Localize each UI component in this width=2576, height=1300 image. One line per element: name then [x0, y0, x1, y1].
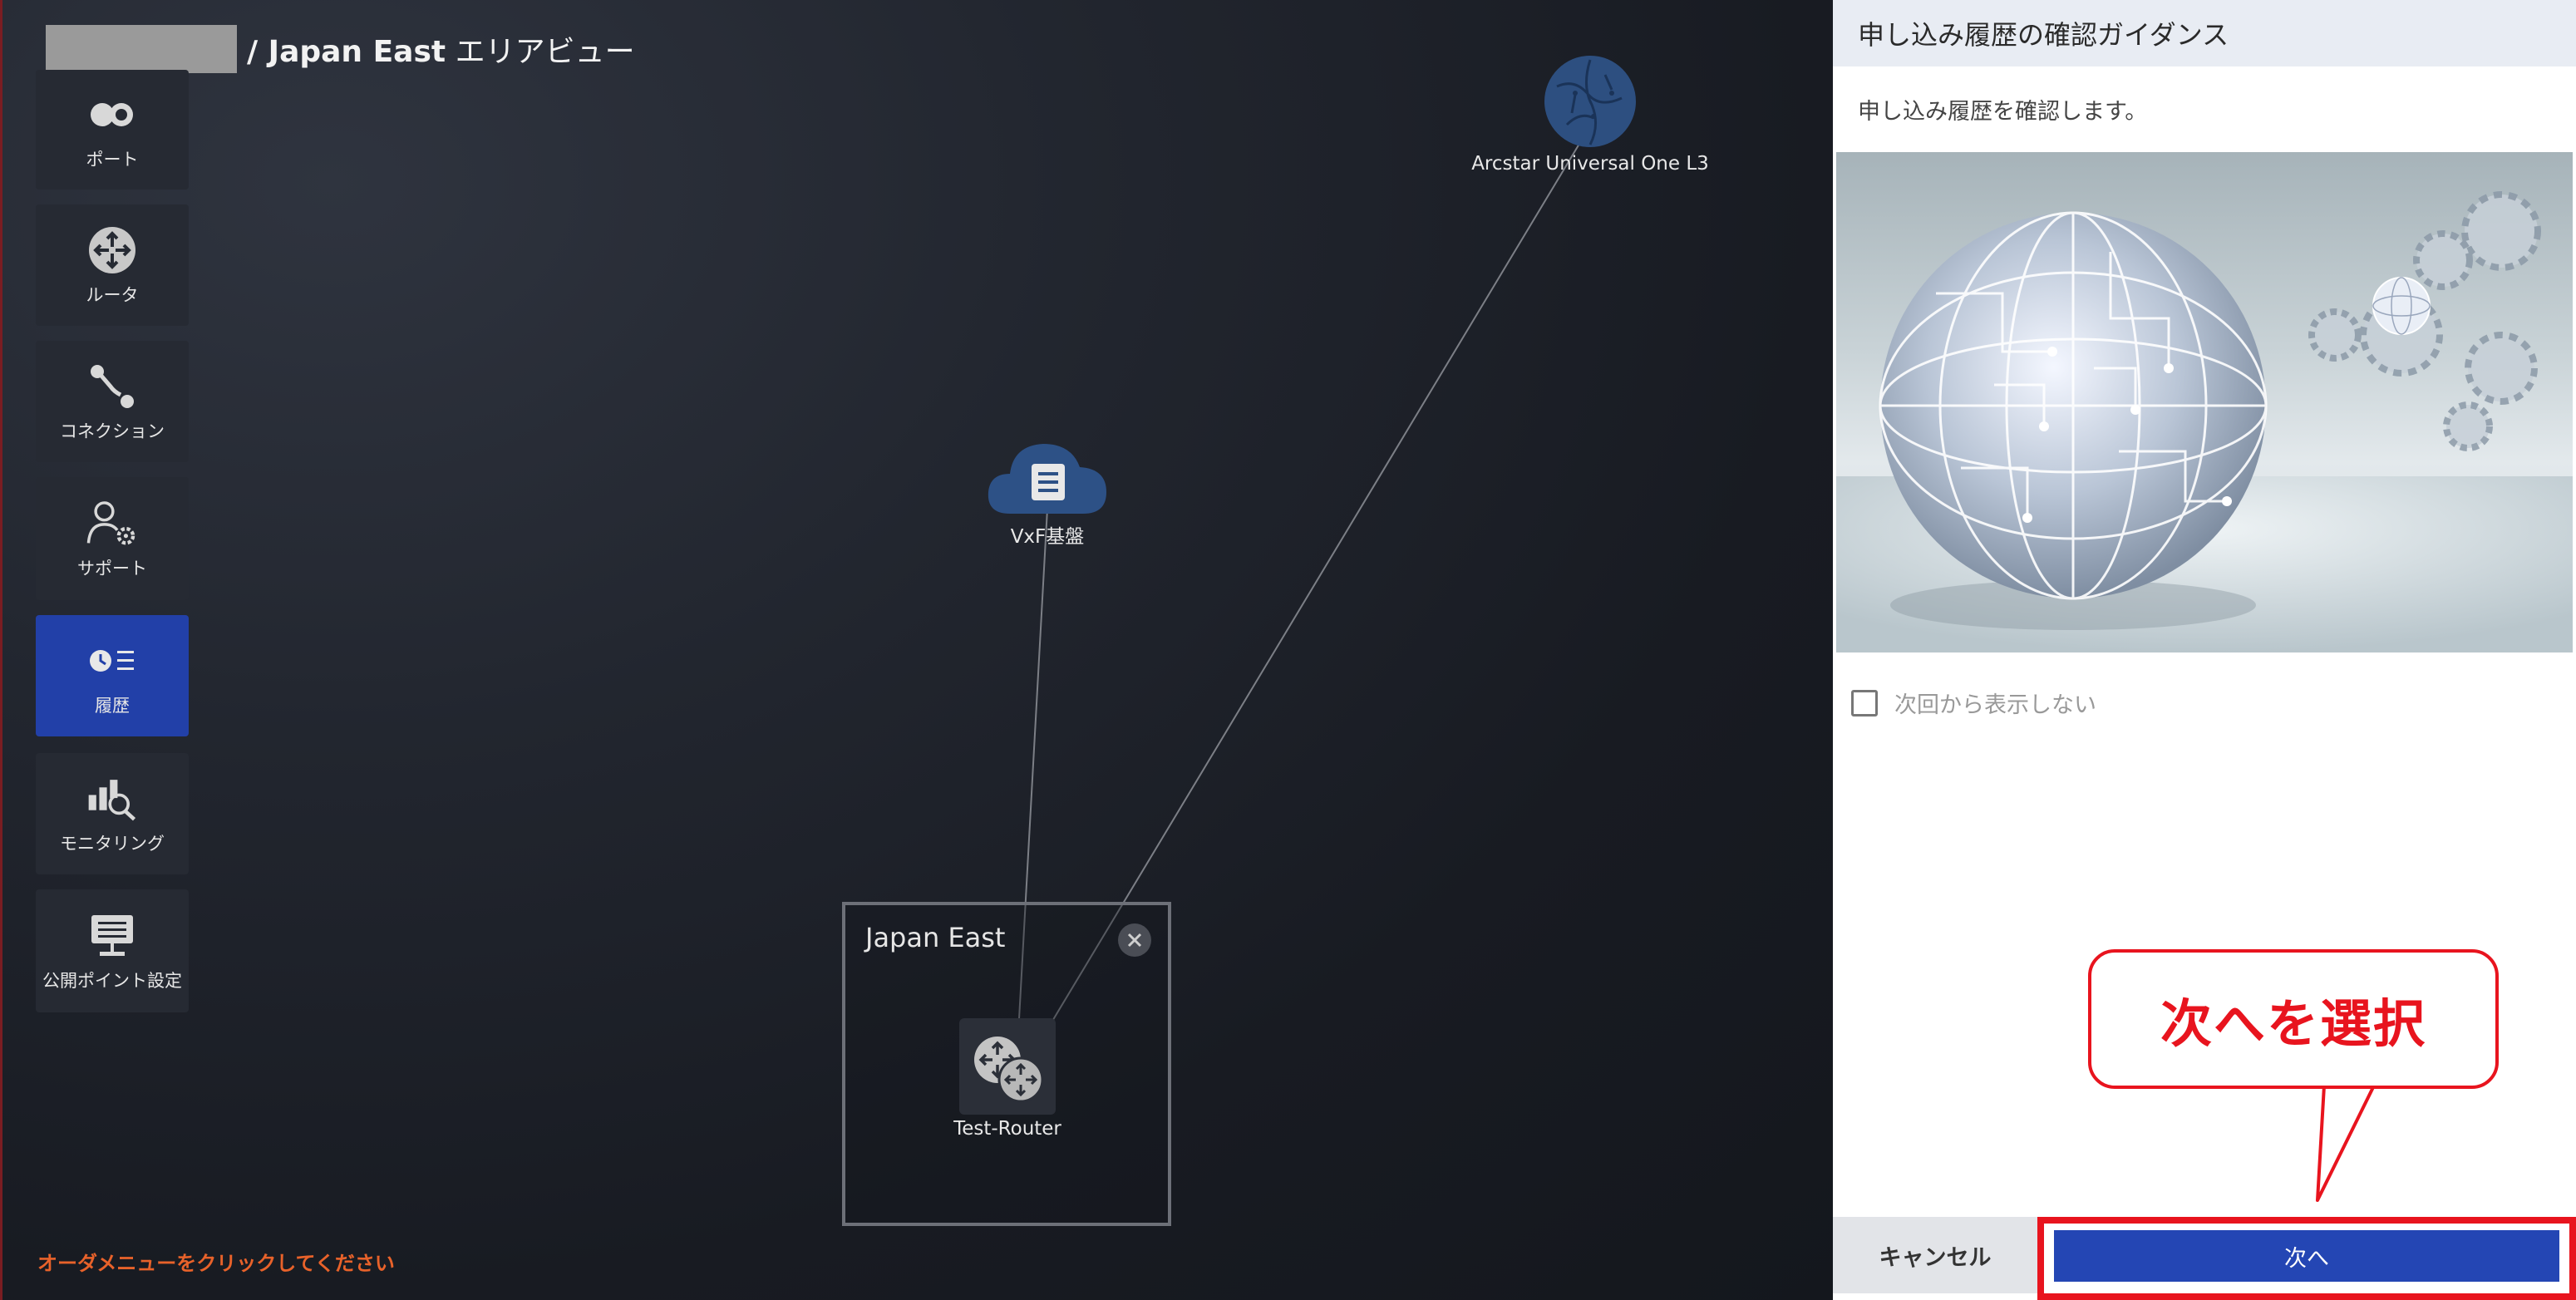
- sidebar-item-history[interactable]: 履歴: [36, 615, 189, 736]
- sidebar-item-label: 履歴: [95, 696, 130, 716]
- breadcrumb: / Japan East エリアビュー: [46, 25, 635, 73]
- sidebar-item-support[interactable]: サポート: [36, 477, 189, 600]
- guidance-illustration: [1836, 152, 2573, 652]
- node-arcstar[interactable]: Arcstar Universal One L3: [1465, 53, 1715, 175]
- node-vxf[interactable]: VxF基盤: [968, 437, 1126, 549]
- area-box-japan-east[interactable]: Japan East Test-Router: [842, 902, 1171, 1226]
- connection-icon: [86, 360, 139, 413]
- callout-select-next: 次へを選択: [2088, 949, 2499, 1089]
- public-point-icon: [86, 909, 139, 963]
- order-menu-hint: オーダメニューをクリックしてください: [37, 1252, 395, 1275]
- panel-title: 申し込み履歴の確認ガイダンス: [1858, 19, 2229, 51]
- dont-show-checkbox[interactable]: [1851, 689, 1878, 716]
- sidebar-item-label: サポート: [77, 559, 147, 579]
- redacted-tenant-name: [46, 25, 237, 73]
- monitoring-icon: [86, 772, 139, 825]
- router-pair-icon: [974, 1037, 1044, 1103]
- sidebar-item-port[interactable]: ポート: [36, 70, 189, 190]
- sidebar-item-label: ポート: [86, 150, 139, 170]
- topology-canvas[interactable]: / Japan East エリアビュー ポート ルータ コネクション サポート: [0, 0, 1833, 1300]
- cancel-button[interactable]: キャンセル: [1833, 1217, 2037, 1293]
- history-icon: [86, 634, 139, 687]
- next-button-highlight: 次へ: [2037, 1217, 2576, 1300]
- sidebar-item-label: モニタリング: [60, 834, 165, 854]
- node-label: VxF基盤: [1010, 526, 1085, 548]
- sidebar-item-label: ルータ: [86, 285, 139, 305]
- sidebar-item-public-point[interactable]: 公開ポイント設定: [36, 889, 189, 1012]
- sidebar-item-router[interactable]: ルータ: [36, 204, 189, 326]
- node-label: Arcstar Universal One L3: [1471, 153, 1709, 175]
- panel-footer: キャンセル 次へ: [1833, 1217, 2576, 1300]
- port-icon: [86, 88, 139, 141]
- callout-text: 次へを選択: [2160, 993, 2426, 1054]
- router-tile: [959, 1018, 1056, 1115]
- next-button[interactable]: 次へ: [2054, 1230, 2559, 1282]
- tech-globe-illustration: [1836, 191, 2573, 652]
- router-icon: [86, 224, 139, 277]
- cloud-icon: [988, 444, 1106, 514]
- area-title: Japan East: [865, 922, 1006, 953]
- close-icon[interactable]: [1118, 923, 1151, 957]
- node-test-router[interactable]: Test-Router: [953, 1018, 1061, 1140]
- sidebar-item-label: 公開ポイント設定: [42, 971, 182, 991]
- node-label: Test-Router: [953, 1118, 1061, 1140]
- dont-show-again[interactable]: 次回から表示しない: [1851, 687, 2096, 719]
- panel-header: 申し込み履歴の確認ガイダンス: [1833, 0, 2576, 66]
- page-title: / Japan East エリアビュー: [247, 35, 635, 69]
- dont-show-label: 次回から表示しない: [1894, 692, 2096, 718]
- guidance-panel: 申し込み履歴の確認ガイダンス 申し込み履歴を確認します。 次回から表示しない: [1833, 0, 2576, 1300]
- support-icon: [86, 497, 139, 550]
- sidebar-item-label: コネクション: [60, 421, 165, 441]
- sidebar-item-connection[interactable]: コネクション: [36, 341, 189, 462]
- panel-description: 申し込み履歴を確認します。: [1858, 99, 2148, 125]
- sidebar-item-monitoring[interactable]: モニタリング: [36, 753, 189, 874]
- globe-icon: [1544, 56, 1636, 147]
